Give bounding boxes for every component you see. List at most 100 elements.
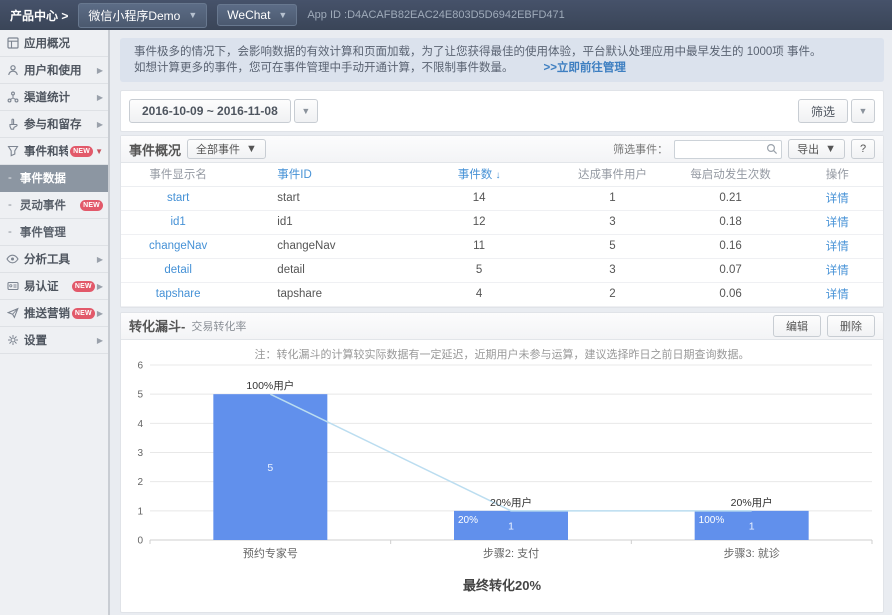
date-range-button[interactable]: 2016-10-09 ~ 2016-11-08 <box>129 99 291 123</box>
funnel-chart: 0123456100%用户5预约专家号20%用户20%1步骤2: 支付20%用户… <box>124 360 880 575</box>
platform-selector-button[interactable]: WeChat ▼ <box>217 4 297 26</box>
event-id-cell: detail <box>235 258 403 282</box>
event-users-cell: 1 <box>555 186 669 210</box>
sidebar-item-label: 事件数据 <box>20 170 103 186</box>
events-table: 事件显示名 事件ID 事件数 ↓ 达成事件用户 每启动发生次数 操作 start… <box>121 163 883 307</box>
funnel-note: 注：转化漏斗的计算较实际数据有一定延迟，近期用户未参与运算，建议选择昨日之前日期… <box>121 346 883 360</box>
event-display-name-link[interactable]: start <box>121 186 235 210</box>
filter-toolbar: 2016-10-09 ~ 2016-11-08 ▼ 筛选 ▼ <box>120 90 884 132</box>
sidebar: 应用概况 用户和使用 ▶ 渠道统计 ▶ 参与和留存 ▶ 事件和转化 NEW ▼ … <box>0 30 110 615</box>
go-manage-link[interactable]: >>立即前往管理 <box>544 62 626 74</box>
funnel-icon <box>5 145 20 158</box>
breadcrumb[interactable]: 产品中心 > <box>10 7 68 24</box>
new-badge: NEW <box>72 281 95 292</box>
detail-link[interactable]: 详情 <box>792 282 883 306</box>
above-bar-label: 20%用户 <box>490 495 532 508</box>
event-id-cell: id1 <box>235 210 403 234</box>
notice-line2-text: 如想计算更多的事件，您可在事件管理中手动开通计算，不限制事件数量。 <box>134 62 514 74</box>
sidebar-item-label: 推送营销 <box>24 305 70 321</box>
sidebar-item-events-conversion[interactable]: 事件和转化 NEW ▼ <box>0 138 108 165</box>
sidebar-item-label: 易认证 <box>24 278 70 294</box>
sidebar-item-label: 事件和转化 <box>24 143 68 159</box>
sidebar-item-engagement[interactable]: 参与和留存 ▶ <box>0 111 108 138</box>
per-launch-cell: 0.07 <box>670 258 792 282</box>
sidebar-item-label: 应用概况 <box>24 35 103 51</box>
sidebar-item-app-overview[interactable]: 应用概况 <box>0 30 108 57</box>
new-badge: NEW <box>80 200 103 211</box>
funnel-card: 转化漏斗- 交易转化率 编辑 删除 注：转化漏斗的计算较实际数据有一定延迟，近期… <box>120 312 884 613</box>
sub-item-dash: - <box>8 172 12 184</box>
table-header-row: 事件显示名 事件ID 事件数 ↓ 达成事件用户 每启动发生次数 操作 <box>121 163 883 186</box>
search-label: 筛选事件： <box>613 141 668 157</box>
sidebar-item-label: 分析工具 <box>24 251 95 267</box>
event-count-label: 事件数 <box>458 169 493 181</box>
event-display-name-link[interactable]: tapshare <box>121 282 235 306</box>
send-icon <box>5 307 20 320</box>
events-overview-card: 事件概况 全部事件 ▼ 筛选事件： 导出 ▼ ? <box>120 135 884 308</box>
chevron-down-icon: ▼ <box>95 147 103 156</box>
sidebar-item-label: 用户和使用 <box>24 62 95 78</box>
chevron-down-icon: ▼ <box>301 106 310 116</box>
filter-dropdown-button[interactable]: ▼ <box>851 99 875 123</box>
export-label: 导出 <box>797 141 819 157</box>
help-button[interactable]: ? <box>851 139 875 159</box>
event-type-dropdown[interactable]: 全部事件 ▼ <box>187 139 266 159</box>
detail-link[interactable]: 详情 <box>792 186 883 210</box>
above-bar-label: 100%用户 <box>246 379 294 392</box>
table-row: tapsharetapshare420.06详情 <box>121 282 883 306</box>
engagement-icon <box>5 118 20 131</box>
event-count-cell: 5 <box>403 258 555 282</box>
sub-item-dash: - <box>8 226 12 238</box>
chevron-right-icon: ▶ <box>97 309 103 318</box>
event-id-cell: changeNav <box>235 234 403 258</box>
detail-link[interactable]: 详情 <box>792 234 883 258</box>
x-axis-label: 步骤3: 就诊 <box>724 546 780 560</box>
funnel-final-conversion: 最终转化20% <box>121 575 883 594</box>
sidebar-item-analysis-tools[interactable]: 分析工具 ▶ <box>0 246 108 273</box>
sidebar-item-auth[interactable]: 易认证 NEW ▶ <box>0 273 108 300</box>
date-range-dropdown-button[interactable]: ▼ <box>294 99 318 123</box>
filter-button[interactable]: 筛选 <box>798 99 848 123</box>
detail-link[interactable]: 详情 <box>792 258 883 282</box>
event-display-name-link[interactable]: detail <box>121 258 235 282</box>
chevron-down-icon: ▼ <box>246 143 257 155</box>
table-row: startstart1410.21详情 <box>121 186 883 210</box>
event-display-name-link[interactable]: changeNav <box>121 234 235 258</box>
app-selector-button[interactable]: 微信小程序Demo ▼ <box>78 3 207 28</box>
edit-funnel-button[interactable]: 编辑 <box>773 315 821 337</box>
sidebar-item-label: 事件管理 <box>20 224 103 240</box>
sidebar-item-event-management[interactable]: - 事件管理 <box>0 219 108 246</box>
event-type-label: 全部事件 <box>196 141 240 157</box>
sidebar-item-users[interactable]: 用户和使用 ▶ <box>0 57 108 84</box>
sidebar-item-push-marketing[interactable]: 推送营销 NEW ▶ <box>0 300 108 327</box>
col-header-event-id[interactable]: 事件ID <box>235 163 403 186</box>
sidebar-item-settings[interactable]: 设置 ▶ <box>0 327 108 354</box>
events-card-title: 事件概况 <box>129 140 181 159</box>
col-header-per-launch: 每启动发生次数 <box>670 163 792 186</box>
notice-line1: 事件极多的情况下，会影响数据的有效计算和页面加载，为了让您获得最佳的使用体验，平… <box>134 44 870 60</box>
detail-link[interactable]: 详情 <box>792 210 883 234</box>
notice-line2: 如想计算更多的事件，您可在事件管理中手动开通计算，不限制事件数量。 >>立即前往管… <box>134 60 870 76</box>
col-header-event-count[interactable]: 事件数 ↓ <box>403 163 555 186</box>
y-axis-tick-label: 6 <box>137 360 143 371</box>
bar-value-label: 5 <box>267 462 273 474</box>
conversion-corner-label: 20% <box>458 514 478 525</box>
sidebar-item-event-data[interactable]: - 事件数据 <box>0 165 108 192</box>
table-row: changeNavchangeNav1150.16详情 <box>121 234 883 258</box>
app-id-text: App ID :D4ACAFB82EAC24E803D5D6942EBFD471 <box>307 9 564 21</box>
event-id-cell: start <box>235 186 403 210</box>
col-header-actions: 操作 <box>792 163 883 186</box>
sidebar-item-channels[interactable]: 渠道统计 ▶ <box>0 84 108 111</box>
sort-desc-icon: ↓ <box>495 170 500 181</box>
delete-funnel-button[interactable]: 删除 <box>827 315 875 337</box>
y-axis-tick-label: 5 <box>137 389 143 400</box>
event-users-cell: 5 <box>555 234 669 258</box>
sidebar-item-label: 渠道统计 <box>24 89 95 105</box>
channels-icon <box>5 91 20 104</box>
eye-icon <box>5 253 20 266</box>
sidebar-item-smart-events[interactable]: - 灵动事件 NEW <box>0 192 108 219</box>
event-users-cell: 3 <box>555 210 669 234</box>
x-axis-label: 预约专家号 <box>243 546 298 560</box>
event-display-name-link[interactable]: id1 <box>121 210 235 234</box>
export-button[interactable]: 导出 ▼ <box>788 139 845 159</box>
